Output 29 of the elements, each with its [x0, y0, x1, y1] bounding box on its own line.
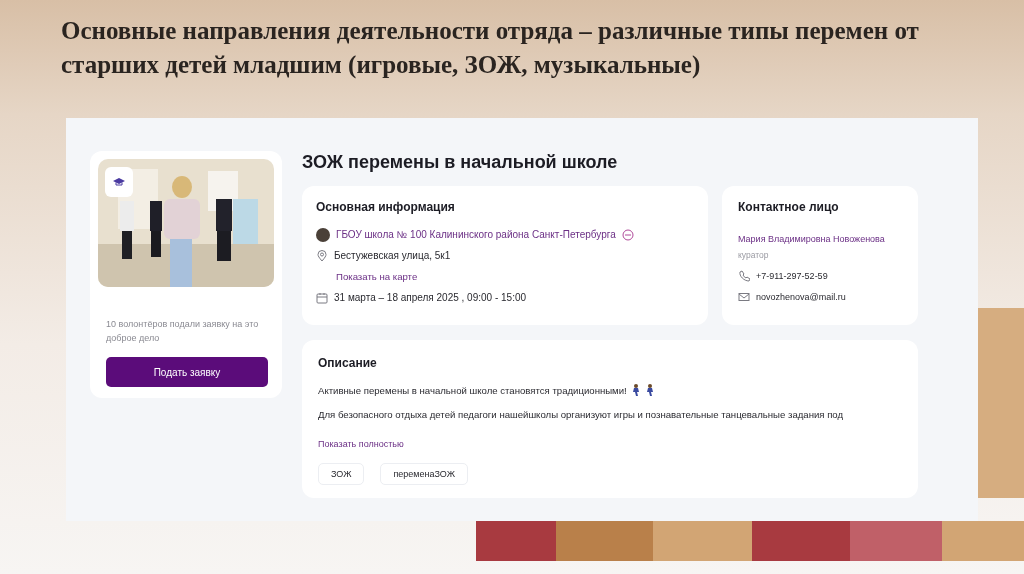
apply-button[interactable]: Подать заявку	[106, 357, 268, 387]
badge-icon	[621, 228, 634, 241]
slide-title: Основные направления деятельности отряда – различные типы перемен от старших детей младшим (игровые, ЗОЖ, музыкальные)	[61, 16, 920, 81]
contact-name[interactable]: Мария Владимировна Новоженова	[738, 234, 885, 244]
event-title: ЗОЖ перемены в начальной школе	[302, 151, 619, 171]
description-paragraph: Активные перемены в начальной школе становятся традиционными!	[318, 384, 627, 396]
organization-link[interactable]: ГБОУ школа № 100 Калининского района Санкт-Петербурга	[336, 229, 616, 240]
section-heading: Описание	[318, 356, 378, 370]
contact-role: куратор	[738, 249, 769, 260]
contact-email: novozhenova@mail.ru	[756, 291, 846, 302]
runner-icon	[630, 384, 641, 396]
address: Бестужевская улица, 5к1	[334, 250, 451, 261]
organization-avatar-icon	[316, 227, 330, 242]
calendar-icon	[316, 291, 328, 304]
description-paragraph: Для безопасного отдыха детей педагоги нашейшколы организуют игры и познавательные танцевальные задания под	[318, 409, 844, 420]
tag-chip[interactable]: ЗОЖ	[318, 463, 365, 485]
section-heading: Контактное лицо	[738, 200, 840, 214]
graduation-cap-icon	[113, 178, 125, 186]
volunteers-note: 10 волонтёров подали заявку на это доброе дело	[106, 318, 260, 345]
event-dates: 31 марта – 18 апреля 2025 , 09:00 - 15:00	[334, 292, 527, 303]
map-link[interactable]: Показать на карте	[336, 271, 418, 282]
section-heading: Основная информация	[316, 200, 456, 214]
envelope-icon	[738, 290, 750, 303]
contact-phone: +7-911-297-52-59	[756, 270, 828, 281]
phone-icon	[738, 269, 750, 282]
runner-icon	[644, 384, 655, 396]
tag-chip[interactable]: переменаЗОЖ	[380, 463, 468, 485]
location-pin-icon	[316, 249, 328, 262]
show-more-link[interactable]: Показать полностью	[318, 439, 404, 449]
